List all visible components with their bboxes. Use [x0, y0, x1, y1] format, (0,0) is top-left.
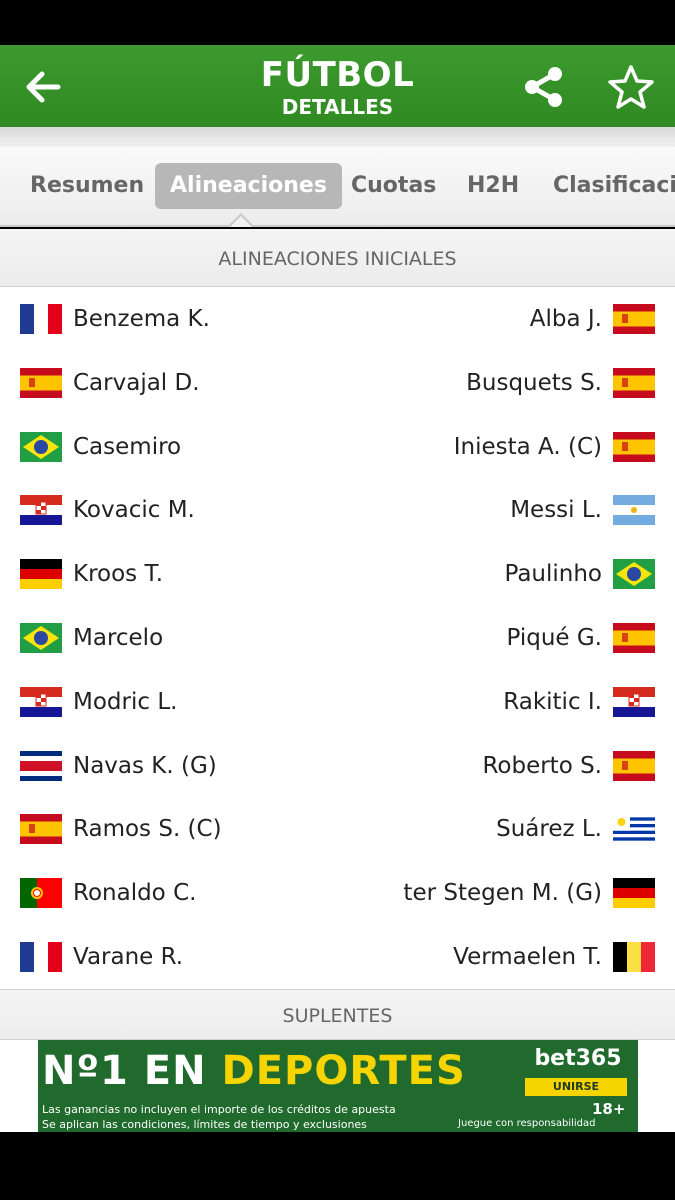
spain-flag-icon	[613, 431, 655, 462]
france-flag-icon	[20, 942, 62, 972]
tab-bar: Resumen Alineaciones Cuotas H2H Clasific…	[0, 147, 675, 227]
home-player-name[interactable]: Varane R.	[73, 925, 183, 989]
navigation-bar	[0, 1132, 675, 1200]
lineup-row: Benzema K. Alba J.	[0, 287, 675, 351]
lineup-list: Benzema K. Alba J. Carvajal D. Busquets S. C…	[0, 287, 675, 989]
section-header-subs: SUPLENTES	[0, 989, 675, 1040]
away-player-name[interactable]: Rakitic I.	[503, 670, 602, 734]
spain-flag-icon	[613, 304, 655, 334]
away-player-name[interactable]: Vermaelen T.	[453, 925, 602, 989]
brazil-flag-icon	[20, 623, 62, 653]
lineup-row: Marcelo Piqué G.	[0, 606, 675, 670]
ad-headline-white: Nº1 EN	[42, 1048, 222, 1094]
spain-flag-icon	[613, 750, 655, 781]
active-tab-indicator-fill	[230, 216, 252, 227]
app-header: FÚTBOL DETALLES	[0, 45, 675, 127]
lineup-row: Kovacic M. Messi L.	[0, 478, 675, 542]
away-player-name[interactable]: Iniesta A. (C)	[454, 415, 602, 479]
lineup-row: Navas K. (G) Roberto S.	[0, 734, 675, 798]
page-subtitle: DETALLES	[281, 95, 394, 119]
lineup-row: Ronaldo C. ter Stegen M. (G)	[0, 861, 675, 925]
away-player-name[interactable]: Alba J.	[530, 287, 602, 351]
away-player-name[interactable]: Paulinho	[504, 542, 602, 606]
status-bar	[0, 0, 675, 45]
portugal-flag-icon	[20, 878, 62, 909]
home-player-name[interactable]: Ronaldo C.	[73, 861, 196, 925]
ad-fine-print-1: Las ganancias no incluyen el importe de …	[42, 1103, 396, 1116]
away-player-name[interactable]: Piqué G.	[506, 606, 602, 670]
away-player-name[interactable]: Suárez L.	[496, 797, 602, 861]
home-player-name[interactable]: Carvajal D.	[73, 351, 200, 415]
ad-banner[interactable]: Nº1 EN DEPORTES bet365 UNIRSE 18+ Las ga…	[38, 1040, 638, 1132]
spain-flag-icon	[613, 623, 655, 653]
germany-flag-icon	[613, 878, 655, 909]
home-player-name[interactable]: Modric L.	[73, 670, 177, 734]
ad-age-badge: 18+	[592, 1100, 626, 1118]
ad-brand: bet365	[534, 1046, 622, 1071]
tab-alineaciones[interactable]: Alineaciones	[155, 163, 342, 209]
home-player-name[interactable]: Marcelo	[73, 606, 163, 670]
tab-clasificacion[interactable]: Clasificación	[538, 163, 675, 209]
croatia-flag-icon	[613, 686, 655, 717]
belgium-flag-icon	[613, 942, 655, 972]
croatia-flag-icon	[20, 686, 62, 717]
brazil-flag-icon	[20, 431, 62, 462]
favorite-button[interactable]	[606, 63, 656, 111]
star-icon	[608, 65, 654, 109]
costa-rica-flag-icon	[20, 750, 62, 781]
page-title: FÚTBOL	[260, 55, 415, 95]
brazil-flag-icon	[613, 559, 655, 590]
ad-join-button[interactable]: UNIRSE	[525, 1078, 627, 1096]
share-button[interactable]	[522, 65, 566, 109]
ad-headline: Nº1 EN DEPORTES	[42, 1048, 466, 1094]
home-player-name[interactable]: Kovacic M.	[73, 478, 195, 542]
spain-flag-icon	[613, 367, 655, 398]
share-icon	[525, 67, 562, 107]
lineup-row: Casemiro Iniesta A. (C)	[0, 415, 675, 479]
away-player-name[interactable]: ter Stegen M. (G)	[403, 861, 602, 925]
lineup-row: Carvajal D. Busquets S.	[0, 351, 675, 415]
ad-headline-yellow: DEPORTES	[221, 1048, 466, 1094]
header-shadow	[0, 127, 675, 147]
argentina-flag-icon	[613, 495, 655, 526]
spain-flag-icon	[20, 367, 62, 398]
france-flag-icon	[20, 304, 62, 334]
lineup-row: Ramos S. (C) Suárez L.	[0, 797, 675, 861]
home-player-name[interactable]: Navas K. (G)	[73, 734, 217, 798]
home-player-name[interactable]: Ramos S. (C)	[73, 797, 222, 861]
lineup-row: Kroos T. Paulinho	[0, 542, 675, 606]
lineup-row: Varane R. Vermaelen T.	[0, 925, 675, 989]
ad-fine-print-3: Juegue con responsabilidad	[458, 1118, 596, 1129]
tab-cuotas[interactable]: Cuotas	[336, 163, 451, 209]
ad-fine-print-2: Se aplican las condiciones, límites de t…	[42, 1118, 367, 1131]
away-player-name[interactable]: Roberto S.	[482, 734, 602, 798]
section-header-starting: ALINEACIONES INICIALES	[0, 229, 675, 287]
spain-flag-icon	[20, 814, 62, 845]
tab-resumen[interactable]: Resumen	[15, 163, 159, 209]
uruguay-flag-icon	[613, 814, 655, 845]
home-player-name[interactable]: Benzema K.	[73, 287, 210, 351]
away-player-name[interactable]: Busquets S.	[466, 351, 602, 415]
germany-flag-icon	[20, 559, 62, 590]
away-player-name[interactable]: Messi L.	[510, 478, 602, 542]
croatia-flag-icon	[20, 495, 62, 526]
lineup-row: Modric L. Rakitic I.	[0, 670, 675, 734]
tab-h2h[interactable]: H2H	[452, 163, 534, 209]
home-player-name[interactable]: Kroos T.	[73, 542, 163, 606]
home-player-name[interactable]: Casemiro	[73, 415, 181, 479]
